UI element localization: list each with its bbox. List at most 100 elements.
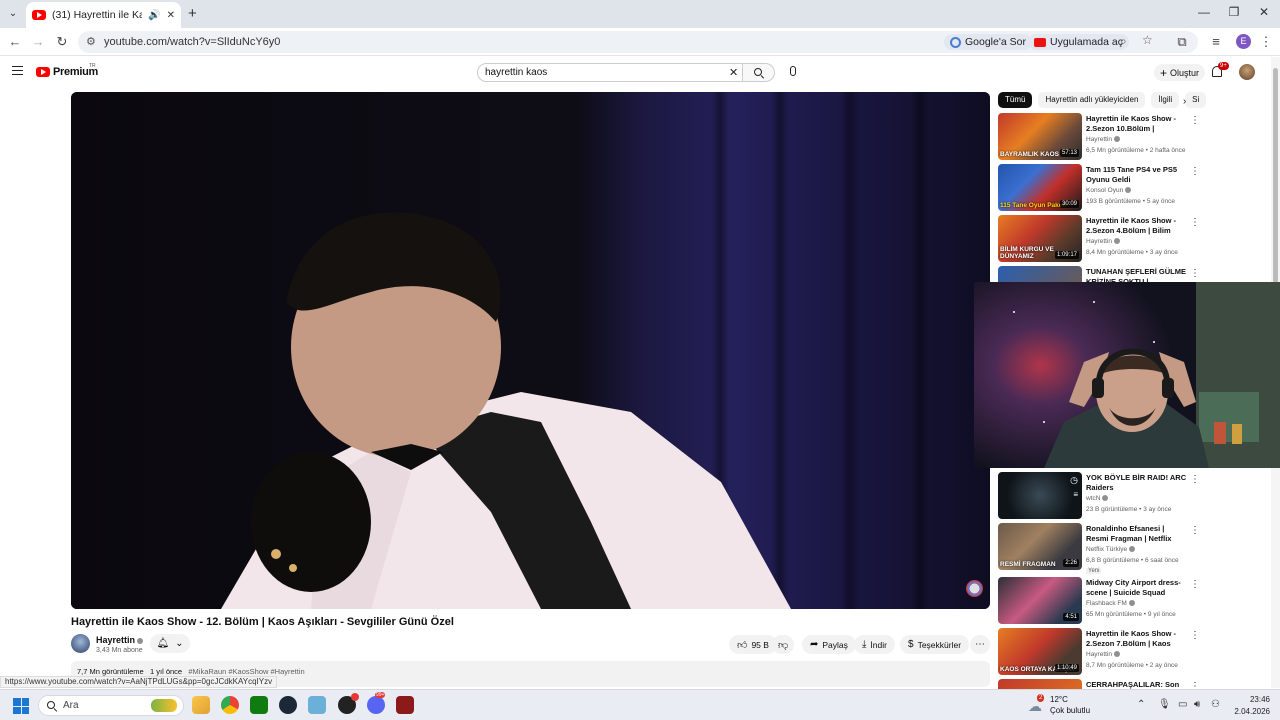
restore-icon[interactable]: ❐ xyxy=(1224,5,1244,19)
recommended-video[interactable]: RESMİ FRAGMAN 2:26 Ronaldinho Efsanesi |… xyxy=(998,523,1203,574)
file-explorer-icon[interactable] xyxy=(192,696,210,714)
battery-icon[interactable]: ⚇ xyxy=(1211,699,1220,710)
audio-playing-icon[interactable]: 🔊 xyxy=(148,10,160,21)
search-button[interactable] xyxy=(743,63,775,82)
new-tab-icon[interactable]: + xyxy=(188,5,197,22)
recommended-channel-text[interactable]: wtcN xyxy=(1086,495,1100,502)
weather-widget[interactable]: ☁ 2 12°C Çok bulutlu xyxy=(1028,694,1128,718)
recommended-video[interactable]: BİLİM KURGU VE DÜNYAMIZ 1:09:17 Hayretti… xyxy=(998,215,1203,263)
url-text[interactable]: youtube.com/watch?v=SlIduNcY6y0 xyxy=(104,36,280,48)
dislike-button[interactable]: 👎︎ xyxy=(772,635,795,654)
google-ask-chip[interactable]: Google'a Sor xyxy=(944,34,1032,50)
add-to-queue-icon[interactable]: ≡ xyxy=(1073,490,1078,499)
video-thumbnail[interactable]: 115 Tane Oyun Paketi 30:09 xyxy=(998,164,1082,211)
recommended-title[interactable]: YOK BÖYLE BİR RAID! ARC Raiders xyxy=(1086,473,1188,493)
recommended-video[interactable]: 4:51 Midway City Airport dress-scene | S… xyxy=(998,577,1203,625)
windows-start-icon[interactable] xyxy=(13,698,29,714)
scrollbar-thumb[interactable] xyxy=(1273,68,1278,283)
more-vertical-icon[interactable]: ⋮ xyxy=(1190,580,1200,590)
chevron-right-icon[interactable]: › xyxy=(1183,96,1186,107)
recommended-channel[interactable]: Hayrettin xyxy=(1086,136,1121,143)
channel-watermark-icon[interactable] xyxy=(966,580,983,597)
chrome-icon[interactable] xyxy=(221,696,239,714)
account-avatar[interactable] xyxy=(1239,64,1255,80)
forward-arrow-icon[interactable]: → xyxy=(30,34,46,50)
video-thumbnail[interactable] xyxy=(998,679,1082,689)
open-in-app-chip[interactable]: Uygulamada aç xyxy=(1028,34,1129,50)
filter-chip-more[interactable]: Si xyxy=(1185,92,1207,108)
address-bar[interactable]: ⚙ youtube.com/watch?v=SlIduNcY6y0 Google… xyxy=(78,31,1198,53)
search-clear-icon[interactable]: ✕ xyxy=(729,66,738,79)
video-thumbnail[interactable]: BİLİM KURGU VE DÜNYAMIZ 1:09:17 xyxy=(998,215,1082,262)
recommended-channel[interactable]: Netflix Türkiye xyxy=(1086,546,1136,553)
recommended-channel-text[interactable]: Konsol Oyun xyxy=(1086,187,1123,194)
like-button[interactable]: 👍︎ 95 B xyxy=(729,635,777,654)
watch-later-clock-icon[interactable]: ◷ xyxy=(1070,475,1078,486)
reload-icon[interactable]: ↻ xyxy=(54,34,70,50)
recommended-channel[interactable]: Hayrettin xyxy=(1086,651,1121,658)
subscription-bell-button[interactable]: 🔔︎ ⌄ xyxy=(150,634,190,653)
tab-close-icon[interactable]: ✕ xyxy=(167,10,175,21)
recommended-video[interactable]: BAYRAMLIK KAOS 57:13 Hayrettin ile Kaos … xyxy=(998,113,1203,161)
more-vertical-icon[interactable]: ⋮ xyxy=(1190,167,1200,177)
search-value[interactable]: hayrettin kaos xyxy=(485,67,547,78)
profile-avatar[interactable]: E xyxy=(1236,34,1251,49)
recommended-title[interactable]: Hayrettin ile Kaos Show - 2.Sezon 10.Böl… xyxy=(1086,114,1188,134)
microphone-tray-icon[interactable]: 🎙︎ xyxy=(1158,699,1171,710)
channel-name[interactable]: Hayrettin xyxy=(96,635,144,645)
recommended-channel-text[interactable]: Hayrettin xyxy=(1086,136,1112,143)
extensions-icon[interactable]: ⧉ xyxy=(1174,34,1190,50)
recommended-channel[interactable]: Konsol Oyun xyxy=(1086,187,1132,194)
recommended-video[interactable]: ◷ ≡ YOK BÖYLE BİR RAID! ARC Raiders wtcN… xyxy=(998,472,1203,520)
filter-chip-all[interactable]: Tümü xyxy=(998,92,1033,108)
recommended-channel-text[interactable]: Hayrettin xyxy=(1086,651,1112,658)
channel-name-text[interactable]: Hayrettin xyxy=(96,635,135,645)
browser-menu-icon[interactable]: ⋮ xyxy=(1258,34,1274,50)
app-red-icon[interactable] xyxy=(396,696,414,714)
microphone-icon[interactable] xyxy=(790,66,796,76)
recommended-channel[interactable]: Flashback FM xyxy=(1086,600,1135,607)
hashtags[interactable]: #MikaRaun #KaosShow #Hayrettin xyxy=(188,667,304,676)
recommended-title[interactable]: Tam 115 Tane PS4 ve PS5 Oyunu Geldi xyxy=(1086,165,1188,185)
video-thumbnail[interactable]: 4:51 xyxy=(998,577,1082,624)
hamburger-menu-icon[interactable] xyxy=(12,66,23,75)
volume-icon[interactable]: 🔊︎ xyxy=(1194,699,1200,710)
app-circle-icon[interactable] xyxy=(338,693,359,714)
more-vertical-icon[interactable]: ⋮ xyxy=(1190,116,1200,126)
app-settings-icon[interactable] xyxy=(308,696,326,714)
tab-search-chevron-icon[interactable]: ⌄ xyxy=(4,4,22,22)
chevron-up-icon[interactable]: ⌃ xyxy=(1137,699,1145,710)
browser-tab[interactable]: (31) Hayrettin ile Kaos Show 🔊 ✕ xyxy=(26,2,181,28)
media-controls-icon[interactable]: ≡ xyxy=(1208,34,1224,50)
more-vertical-icon[interactable]: ⋮ xyxy=(1190,475,1200,485)
filter-chip-related[interactable]: İlgili xyxy=(1151,92,1180,108)
zoom-icon[interactable]: ⌕ xyxy=(1120,34,1127,49)
network-icon[interactable]: ▭ xyxy=(1178,699,1187,710)
recommended-video[interactable]: 115 Tane Oyun Paketi 30:09 Tam 115 Tane … xyxy=(998,164,1203,212)
recommended-channel[interactable]: wtcN xyxy=(1086,495,1109,502)
video-player[interactable] xyxy=(71,92,990,609)
share-button[interactable]: ➦ Paylaş xyxy=(802,635,856,654)
recommended-channel-text[interactable]: Flashback FM xyxy=(1086,600,1127,607)
video-thumbnail[interactable] xyxy=(998,266,1082,282)
bookmark-star-icon[interactable]: ☆ xyxy=(1142,33,1153,47)
video-thumbnail[interactable]: KAOS ORTAYA KARIŞIK 1:10:49 xyxy=(998,628,1082,675)
recommended-channel-text[interactable]: Netflix Türkiye xyxy=(1086,546,1127,553)
recommended-title[interactable]: Hayrettin ile Kaos Show - 2.Sezon 4.Bölü… xyxy=(1086,216,1188,236)
more-vertical-icon[interactable]: ⋮ xyxy=(1190,218,1200,228)
more-vertical-icon[interactable]: ⋮ xyxy=(1190,631,1200,641)
xbox-icon[interactable] xyxy=(250,696,268,714)
minimize-icon[interactable]: — xyxy=(1194,5,1214,19)
video-thumbnail[interactable]: BAYRAMLIK KAOS 57:13 xyxy=(998,113,1082,160)
video-thumbnail[interactable]: RESMİ FRAGMAN 2:26 xyxy=(998,523,1082,570)
recommended-video[interactable]: KAOS ORTAYA KARIŞIK 1:10:49 Hayrettin il… xyxy=(998,628,1203,676)
back-arrow-icon[interactable]: ← xyxy=(7,34,23,50)
filter-chip-uploader[interactable]: Hayrettin adlı yükleyiciden xyxy=(1038,92,1146,108)
recommended-title[interactable]: Hayrettin ile Kaos Show - 2.Sezon 7.Bölü… xyxy=(1086,629,1188,649)
recommended-channel-text[interactable]: Hayrettin xyxy=(1086,238,1112,245)
recommended-title[interactable]: Midway City Airport dress-scene | Suicid… xyxy=(1086,578,1188,598)
more-actions-button[interactable]: ⋯ xyxy=(970,635,990,654)
discord-icon[interactable]: 99+ xyxy=(367,692,386,714)
download-button[interactable]: ⤓ İndir xyxy=(854,635,895,654)
create-button[interactable]: + Oluştur xyxy=(1154,64,1206,81)
